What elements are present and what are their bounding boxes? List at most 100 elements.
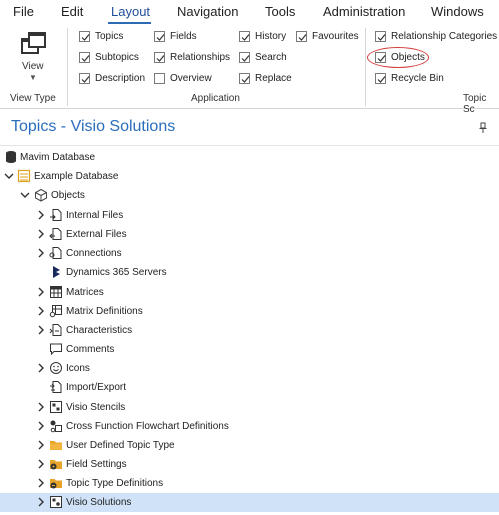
check-icon [156,34,165,41]
menu-windows[interactable]: Windows [431,4,484,19]
tree-item-label: Internal Files [66,210,124,221]
menu-administration[interactable]: Administration [323,4,405,19]
checkbox-label: Relationship Categories [391,31,498,42]
group-label-application: Application [191,93,240,104]
tree-item-label: Topic Type Definitions [66,478,164,489]
matrix-definitions-icon [49,305,62,318]
checkbox-label: Fields [170,31,197,42]
tree-item-mavim-database[interactable]: Mavim Database [0,148,499,167]
tree-item-characteristics[interactable]: Characteristics [0,321,499,340]
tree-item-label: External Files [66,229,127,240]
visio-stencils-icon [50,401,62,413]
characteristics-icon [49,324,62,336]
check-icon [241,55,250,62]
ribbon: View ▼ View Type Topics Subtopics Descri… [0,24,499,115]
chevron-down-icon[interactable] [4,170,14,182]
tree-item-label: Icons [66,363,90,374]
check-icon [81,34,90,41]
tree-item-label: Cross Function Flowchart Definitions [66,421,229,432]
tree-item-label: User Defined Topic Type [66,440,175,451]
check-icon [241,76,250,83]
tree-item-import-export[interactable]: Import/Export [0,378,499,397]
menu-bar: File Edit Layout Navigation Tools Admini… [0,0,499,24]
tree-item-external-files[interactable]: External Files [0,225,499,244]
tree-item-label: Import/Export [66,382,127,393]
tree-item-cross-function-flowchart-definitions[interactable]: Cross Function Flowchart Definitions [0,417,499,436]
chevron-right-icon[interactable] [36,458,46,470]
menu-edit[interactable]: Edit [61,4,83,19]
checkbox-label: Description [95,73,146,84]
checkbox-label: Favourites [312,31,359,42]
chevron-right-icon[interactable] [36,420,46,432]
check-icon [241,34,250,41]
tree-item-comments[interactable]: Comments [0,340,499,359]
tree-item-label: Visio Stencils [66,402,126,413]
tree-item-icons[interactable]: Icons [0,359,499,378]
topic-type-definitions-icon [50,479,62,489]
matrix-icon [50,286,62,298]
field-settings-icon [50,460,62,470]
chevron-right-icon[interactable] [36,477,46,489]
tree-item-matrices[interactable]: Matrices [0,283,499,302]
chevron-right-icon[interactable] [36,496,46,508]
external-files-icon [49,228,62,240]
checkbox-label: Recycle Bin [391,73,444,84]
chevron-right-icon[interactable] [36,228,46,240]
tree-item-matrix-definitions[interactable]: Matrix Definitions [0,302,499,321]
tree-item-label: Objects [51,190,85,201]
tree-item-label: Matrices [66,287,104,298]
visio-solutions-icon [50,496,62,508]
check-icon [156,55,165,62]
tree-item-connections[interactable]: Connections [0,244,499,263]
ribbon-divider [365,28,366,106]
menu-tools[interactable]: Tools [265,4,295,19]
chevron-right-icon[interactable] [36,286,46,298]
tree-item-label: Comments [66,344,115,355]
tree-item-objects[interactable]: Objects [0,186,499,205]
tree-item-label: Example Database [34,171,119,182]
tree-item-label: Connections [66,248,122,259]
chevron-right-icon[interactable] [36,209,46,221]
smiley-icon [50,362,62,374]
tree-item-visio-stencils[interactable]: Visio Stencils [0,398,499,417]
chevron-right-icon[interactable] [36,305,46,317]
tree-item-dynamics-365-servers[interactable]: Dynamics 365 Servers [0,263,499,282]
chevron-right-icon[interactable] [36,401,46,413]
comment-icon [50,343,62,356]
chevron-right-icon[interactable] [36,439,46,451]
checkbox-label: Search [255,52,287,63]
pane-divider [0,145,499,146]
chevron-right-icon[interactable] [36,247,46,259]
tree-item-label: Visio Solutions [66,497,132,508]
tree-item-user-defined-topic-type[interactable]: User Defined Topic Type [0,436,499,455]
check-icon [298,34,307,41]
tree-item-topic-type-definitions[interactable]: Topic Type Definitions [0,474,499,493]
chevron-down-icon[interactable] [20,189,30,201]
checkbox-label: Relationships [170,52,231,63]
tree-item-field-settings[interactable]: Field Settings [0,455,499,474]
tree-item-label: Dynamics 365 Servers [66,267,167,278]
view-button-label: View [22,61,44,72]
tree-item-label: Matrix Definitions [66,306,143,317]
folder-icon [50,441,62,450]
check-icon [377,34,386,41]
chevron-right-icon[interactable] [36,324,46,336]
dynamics-365-icon [53,266,60,278]
chevron-right-icon[interactable] [36,362,46,374]
check-icon [377,76,386,83]
menu-navigation[interactable]: Navigation [177,4,238,19]
chevron-down-icon: ▼ [29,73,37,82]
group-label-topic-scope: Topic Sc [463,93,487,115]
tree-item-internal-files[interactable]: Internal Files [0,206,499,225]
highlight-ellipse [367,47,429,68]
checkbox-label: Overview [170,73,212,84]
tree-item-label: Mavim Database [20,152,96,163]
tree-item-example-database[interactable]: Example Database [0,167,499,186]
menu-file[interactable]: File [13,4,34,19]
tree-item-visio-solutions[interactable]: Visio Solutions [0,493,499,512]
internal-files-icon [50,209,62,221]
menu-layout[interactable]: Layout [111,4,150,19]
checkbox-label: Replace [255,73,292,84]
pin-icon[interactable] [478,122,488,134]
cube-icon [35,188,47,202]
